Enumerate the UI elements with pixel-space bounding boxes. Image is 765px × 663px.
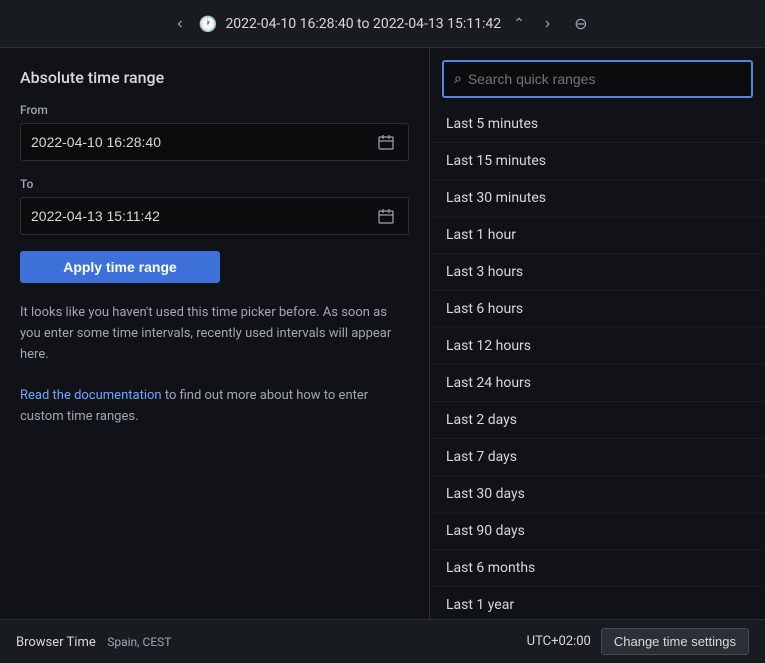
prev-time-button[interactable]: ‹ bbox=[169, 11, 190, 37]
quick-range-item[interactable]: Last 6 months bbox=[430, 550, 765, 587]
browser-time-section: Browser Time Spain, CEST bbox=[16, 634, 171, 650]
from-label: From bbox=[20, 103, 409, 117]
bottom-right: UTC+02:00 Change time settings bbox=[527, 628, 749, 655]
clock-icon: 🕐 bbox=[199, 15, 218, 33]
quick-range-item[interactable]: Last 3 hours bbox=[430, 254, 765, 291]
quick-range-item[interactable]: Last 15 minutes bbox=[430, 143, 765, 180]
apply-time-range-button[interactable]: Apply time range bbox=[20, 251, 220, 283]
from-input-wrapper bbox=[20, 123, 409, 161]
to-calendar-button[interactable] bbox=[374, 204, 398, 228]
bottom-bar: Browser Time Spain, CEST UTC+02:00 Chang… bbox=[0, 619, 765, 663]
search-quick-ranges-input[interactable] bbox=[468, 71, 741, 87]
search-icon: ⌕ bbox=[454, 71, 462, 87]
quick-range-item[interactable]: Last 90 days bbox=[430, 513, 765, 550]
quick-range-item[interactable]: Last 30 days bbox=[430, 476, 765, 513]
calendar-icon bbox=[378, 134, 394, 150]
quick-range-item[interactable]: Last 12 hours bbox=[430, 328, 765, 365]
quick-range-item[interactable]: Last 1 hour bbox=[430, 217, 765, 254]
browser-time-label: Browser Time bbox=[16, 635, 96, 650]
browser-time-sub: Spain, CEST bbox=[107, 635, 171, 649]
to-input[interactable] bbox=[31, 208, 374, 224]
next-time-button[interactable]: › bbox=[537, 11, 558, 37]
info-text-1: It looks like you haven't used this time… bbox=[20, 305, 391, 362]
right-panel: ⌕ Last 5 minutesLast 15 minutesLast 30 m… bbox=[430, 48, 765, 619]
quick-range-item[interactable]: Last 7 days bbox=[430, 439, 765, 476]
from-calendar-button[interactable] bbox=[374, 130, 398, 154]
from-input[interactable] bbox=[31, 134, 374, 150]
quick-range-list: Last 5 minutesLast 15 minutesLast 30 min… bbox=[430, 106, 765, 619]
to-input-wrapper bbox=[20, 197, 409, 235]
calendar-icon bbox=[378, 208, 394, 224]
quick-range-item[interactable]: Last 1 year bbox=[430, 587, 765, 619]
time-range-display: 2022-04-10 16:28:40 to 2022-04-13 15:11:… bbox=[225, 16, 501, 32]
expand-time-button[interactable]: ⌃ bbox=[509, 11, 529, 36]
left-panel: Absolute time range From To bbox=[0, 48, 430, 619]
quick-range-item[interactable]: Last 30 minutes bbox=[430, 180, 765, 217]
info-text: It looks like you haven't used this time… bbox=[20, 303, 409, 428]
quick-range-item[interactable]: Last 6 hours bbox=[430, 291, 765, 328]
main-container: Absolute time range From To bbox=[0, 48, 765, 619]
zoom-out-button[interactable]: ⊖ bbox=[566, 10, 595, 38]
panel-title: Absolute time range bbox=[20, 68, 409, 87]
top-bar: ‹ 🕐 2022-04-10 16:28:40 to 2022-04-13 15… bbox=[0, 0, 765, 48]
doc-link[interactable]: Read the documentation bbox=[20, 388, 162, 403]
utc-offset-label: UTC+02:00 bbox=[527, 634, 591, 649]
search-wrapper: ⌕ bbox=[442, 60, 753, 98]
change-time-settings-button[interactable]: Change time settings bbox=[601, 628, 749, 655]
quick-range-item[interactable]: Last 24 hours bbox=[430, 365, 765, 402]
to-label: To bbox=[20, 177, 409, 191]
quick-range-item[interactable]: Last 5 minutes bbox=[430, 106, 765, 143]
quick-range-item[interactable]: Last 2 days bbox=[430, 402, 765, 439]
